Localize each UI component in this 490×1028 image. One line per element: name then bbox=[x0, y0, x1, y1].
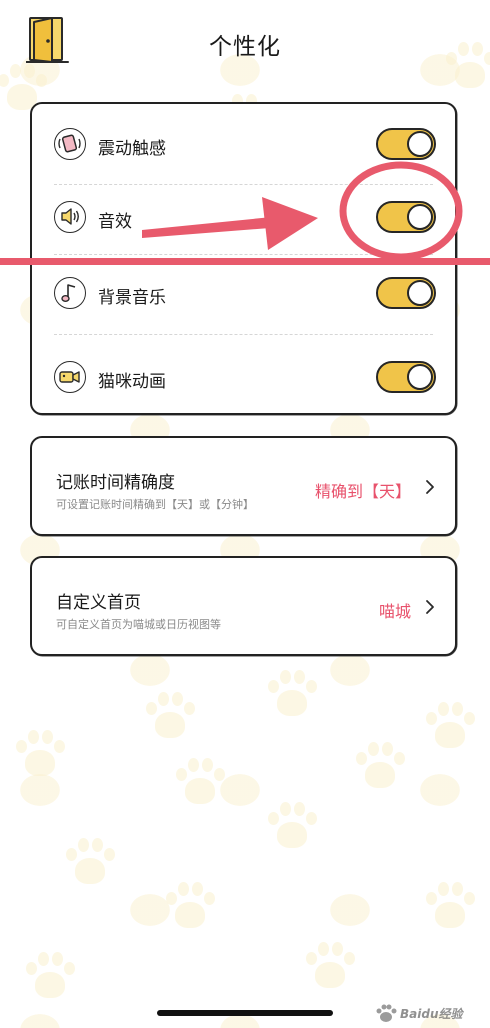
paw-print-decoration bbox=[20, 950, 80, 1004]
background-music-toggle[interactable] bbox=[376, 277, 436, 309]
toggle-row-vibration: 震动触感 bbox=[32, 106, 455, 186]
setting-value: 精确到【天】 bbox=[314, 482, 411, 501]
setting-title: 自定义首页 bbox=[56, 593, 141, 613]
toggle-label: 音效 bbox=[98, 212, 132, 232]
vibration-toggle[interactable] bbox=[376, 128, 436, 160]
paw-print-decoration bbox=[160, 880, 220, 934]
sound-effects-toggle[interactable] bbox=[376, 201, 436, 233]
vibration-icon bbox=[54, 128, 86, 160]
time-precision-setting[interactable]: 记账时间精确度 可设置记账时间精确到【天】或【分钟】 精确到【天】 bbox=[30, 436, 457, 536]
watermark: Baidu经验 bbox=[374, 1002, 484, 1024]
toggle-label: 背景音乐 bbox=[98, 288, 166, 308]
toggle-row-sound-effects: 音效 bbox=[32, 179, 455, 259]
custom-home-setting[interactable]: 自定义首页 可自定义首页为喵城或日历视图等 喵城 bbox=[30, 556, 457, 656]
setting-title: 记账时间精确度 bbox=[56, 473, 175, 493]
paw-print-decoration bbox=[420, 880, 480, 934]
setting-subtitle: 可自定义首页为喵城或日历视图等 bbox=[56, 618, 221, 631]
paw-print-decoration bbox=[140, 690, 200, 744]
toggle-knob bbox=[407, 131, 433, 157]
toggle-knob bbox=[407, 364, 433, 390]
paw-logo-icon bbox=[376, 1004, 397, 1022]
paw-print-decoration bbox=[170, 756, 230, 810]
toggle-row-cat-animation: 猫咪动画 bbox=[32, 339, 455, 419]
toggle-knob bbox=[407, 280, 433, 306]
toggle-knob bbox=[407, 204, 433, 230]
paw-print-decoration bbox=[60, 836, 120, 890]
paw-print-decoration bbox=[350, 740, 410, 794]
divider bbox=[54, 334, 433, 336]
toggle-label: 猫咪动画 bbox=[98, 372, 166, 392]
video-camera-icon bbox=[54, 361, 86, 393]
setting-value: 喵城 bbox=[378, 602, 411, 621]
chevron-right-icon bbox=[425, 479, 435, 495]
header: 个性化 bbox=[0, 0, 490, 90]
watermark-text: Baidu经验 bbox=[400, 1007, 463, 1021]
cat-animation-toggle[interactable] bbox=[376, 361, 436, 393]
home-indicator bbox=[157, 1010, 333, 1016]
toggle-label: 震动触感 bbox=[98, 139, 166, 159]
paw-print-decoration bbox=[262, 668, 322, 722]
paw-print-decoration bbox=[420, 700, 480, 754]
paw-print-decoration bbox=[262, 800, 322, 854]
page-title: 个性化 bbox=[209, 34, 281, 60]
speaker-icon bbox=[54, 201, 86, 233]
settings-toggle-card: 震动触感 音效 背景音乐 猫咪动画 bbox=[30, 102, 457, 415]
chevron-right-icon bbox=[425, 599, 435, 615]
setting-subtitle: 可设置记账时间精确到【天】或【分钟】 bbox=[56, 498, 254, 511]
music-note-icon bbox=[54, 277, 86, 309]
paw-print-decoration bbox=[300, 940, 360, 994]
toggle-row-background-music: 背景音乐 bbox=[32, 255, 455, 335]
paw-print-decoration bbox=[10, 728, 70, 782]
